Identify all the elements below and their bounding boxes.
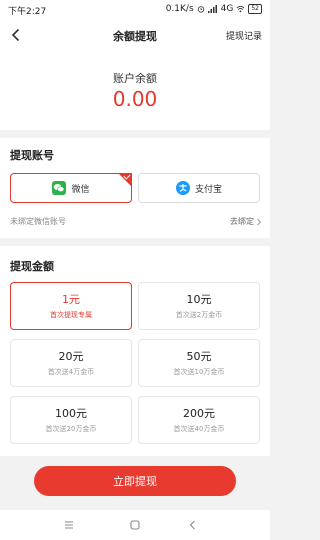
amount-value: 200元 [183, 407, 215, 420]
amount-option-1[interactable]: 1元 首次提现专属 [10, 282, 132, 330]
selected-check-icon [118, 173, 132, 187]
amount-option-50[interactable]: 50元 首次送10万金币 [138, 339, 260, 387]
amount-option-10[interactable]: 10元 首次送2万金币 [138, 282, 260, 330]
menu-icon[interactable] [62, 518, 76, 532]
amount-value: 10元 [186, 293, 212, 306]
home-icon[interactable] [128, 518, 142, 532]
amount-desc: 首次送4万金币 [47, 368, 95, 376]
battery-icon: 52 [248, 4, 262, 14]
system-nav-bar [0, 510, 270, 540]
balance-card: 账户余额 0.00 [0, 50, 270, 130]
amount-desc: 首次送20万金币 [45, 425, 97, 433]
nav-bar: 余额提现 提现记录 [0, 20, 270, 50]
network-type: 4G [220, 4, 234, 14]
withdraw-now-button[interactable]: 立即提现 [34, 466, 236, 496]
wifi-icon [236, 5, 245, 13]
amount-value: 20元 [58, 350, 84, 363]
signal-icon [207, 5, 217, 13]
amount-value: 100元 [55, 407, 87, 420]
withdraw-amount-section: 提现金额 1元 首次提现专属 10元 首次送2万金币 20元 首次送4万金币 5… [0, 246, 270, 456]
status-bar: 下午2:27 0.1K/s 4G 52 [0, 0, 270, 20]
amount-desc: 首次提现专属 [50, 311, 92, 319]
balance-label: 账户余额 [113, 72, 157, 85]
alipay-option[interactable]: 支付宝 [138, 173, 260, 203]
amount-desc: 首次送40万金币 [173, 425, 225, 433]
withdraw-account-section: 提现账号 微信 支付宝 未绑定微信账号 去绑定 [0, 138, 270, 238]
amount-value: 50元 [186, 350, 212, 363]
go-bind-link[interactable]: 去绑定 [230, 216, 262, 227]
amount-value: 1元 [62, 293, 80, 306]
chevron-right-icon [257, 218, 262, 225]
network-speed: 0.1K/s [165, 4, 194, 14]
wechat-label: 微信 [71, 184, 90, 195]
status-time: 下午2:27 [8, 7, 47, 17]
go-bind-label: 去绑定 [230, 217, 254, 226]
back-icon[interactable] [186, 518, 200, 532]
amount-section-title: 提现金额 [10, 260, 54, 273]
wechat-icon [52, 181, 67, 195]
account-section-title: 提现账号 [10, 149, 54, 162]
alarm-icon [197, 6, 204, 13]
alipay-label: 支付宝 [194, 184, 222, 195]
amount-desc: 首次送10万金币 [173, 368, 225, 376]
withdraw-history-link[interactable]: 提现记录 [226, 29, 262, 42]
amount-option-100[interactable]: 100元 首次送20万金币 [10, 396, 132, 444]
status-indicators: 0.1K/s 4G 52 [166, 4, 262, 14]
balance-value: 0.00 [112, 87, 158, 111]
wechat-option[interactable]: 微信 [10, 173, 132, 203]
amount-option-20[interactable]: 20元 首次送4万金币 [10, 339, 132, 387]
amount-desc: 首次送2万金币 [175, 311, 223, 319]
alipay-icon [175, 181, 190, 195]
unbound-account-text: 未绑定微信账号 [10, 217, 66, 226]
amount-option-200[interactable]: 200元 首次送40万金币 [138, 396, 260, 444]
